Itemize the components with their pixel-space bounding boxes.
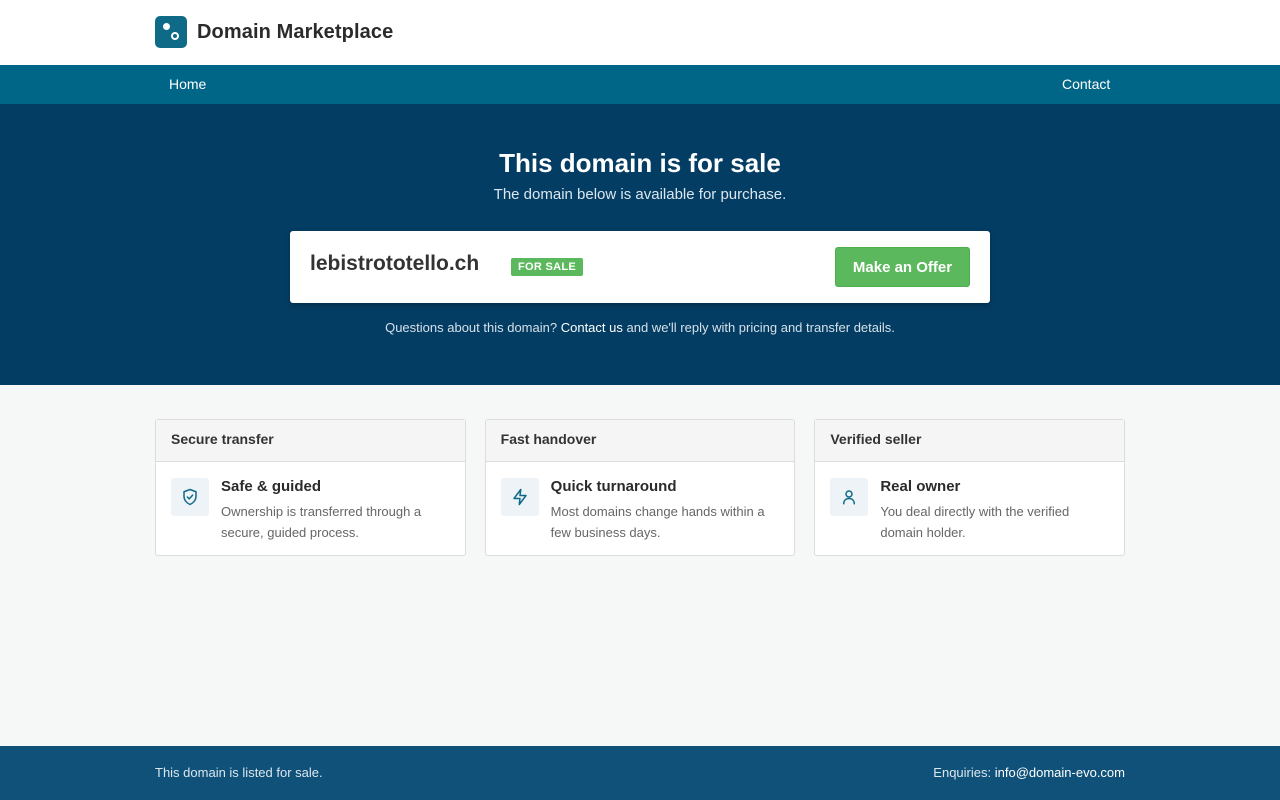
marketplace-logo-icon bbox=[155, 16, 187, 48]
hero-subtitle: The domain below is available for purcha… bbox=[493, 186, 787, 203]
questions-suffix: and we'll reply with pricing and transfe… bbox=[626, 320, 895, 335]
enquiries-email-link[interactable]: info@domain-evo.com bbox=[995, 765, 1125, 780]
feature-description: Ownership is transferred through a secur… bbox=[221, 504, 422, 540]
lightning-icon bbox=[500, 478, 539, 516]
shield-check-icon bbox=[171, 478, 209, 516]
contact-us-link[interactable]: Contact us bbox=[561, 320, 623, 335]
feature-description: Most domains change hands within a few b… bbox=[550, 504, 765, 540]
enquiries-label: Enquiries: bbox=[933, 765, 992, 780]
domain-name: lebistrototello.ch bbox=[310, 252, 480, 275]
brand-name: Domain Marketplace bbox=[197, 20, 394, 43]
card-header: Secure transfer bbox=[156, 420, 465, 462]
footer-enquiries: Enquiries: info@domain-evo.com bbox=[933, 765, 1125, 780]
feature-title: Safe & guided bbox=[221, 478, 322, 495]
card-header: Fast handover bbox=[485, 420, 795, 462]
domain-card: lebistrototello.ch FOR SALE Make an Offe… bbox=[290, 231, 990, 303]
site-footer: This domain is listed for sale. Enquirie… bbox=[0, 746, 1280, 800]
feature-cards: Secure transfer Safe & guided Ownership … bbox=[155, 419, 1126, 556]
feature-title: Real owner bbox=[880, 478, 961, 495]
feature-card-fast-handover: Fast handover Quick turnaround Most doma… bbox=[484, 419, 796, 556]
feature-title: Quick turnaround bbox=[550, 478, 677, 495]
hero-title: This domain is for sale bbox=[499, 148, 781, 178]
footer-listing-text: This domain is listed for sale. bbox=[155, 765, 323, 780]
nav-contact-link[interactable]: Contact bbox=[1062, 76, 1110, 92]
questions-prefix: Questions about this domain? bbox=[385, 320, 558, 335]
feature-card-secure-transfer: Secure transfer Safe & guided Ownership … bbox=[155, 419, 466, 556]
brand[interactable]: Domain Marketplace bbox=[155, 16, 393, 48]
nav-home-link[interactable]: Home bbox=[169, 76, 206, 92]
questions-text: Questions about this domain? Contact us … bbox=[0, 320, 1280, 335]
site-header: Domain Marketplace bbox=[0, 0, 1280, 65]
make-offer-button[interactable]: Make an Offer bbox=[835, 247, 970, 287]
user-icon bbox=[830, 478, 869, 516]
feature-card-verified-seller: Verified seller Real owner You deal dire… bbox=[814, 419, 1126, 556]
main-nav: Home Contact bbox=[0, 65, 1280, 104]
hero-section: This domain is for sale The domain below… bbox=[0, 104, 1280, 385]
feature-description: You deal directly with the verified doma… bbox=[880, 504, 1070, 540]
for-sale-badge: FOR SALE bbox=[511, 258, 584, 276]
card-header: Verified seller bbox=[815, 420, 1125, 462]
